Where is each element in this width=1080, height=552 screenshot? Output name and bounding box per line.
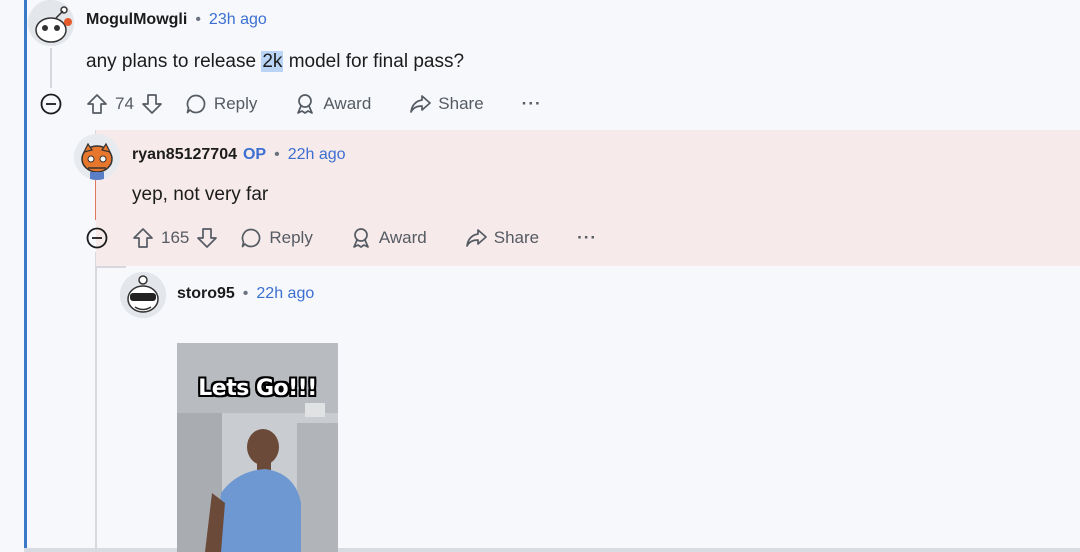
award-icon xyxy=(350,227,372,249)
vote-group: 165 xyxy=(132,227,218,249)
reply-label: Reply xyxy=(269,228,313,247)
op-badge: OP xyxy=(242,146,267,163)
comment-body: any plans to release 2k model for final … xyxy=(86,51,464,73)
thread-line[interactable] xyxy=(95,252,97,552)
snoo-avatar-icon xyxy=(81,142,113,180)
window-left-border xyxy=(24,0,27,552)
comment-text-part: any plans to release xyxy=(86,51,262,72)
more-options-icon[interactable]: ··· xyxy=(577,228,597,248)
gif-embed[interactable]: Lets Go!!! xyxy=(177,343,338,552)
share-icon xyxy=(465,227,487,249)
downvote-icon[interactable] xyxy=(196,227,218,249)
collapse-icon[interactable] xyxy=(40,93,62,115)
timestamp[interactable]: 22h ago xyxy=(256,285,314,303)
comment-header: storo95 • 22h ago xyxy=(177,285,314,303)
award-label: Award xyxy=(378,228,427,247)
downvote-icon[interactable] xyxy=(141,93,163,115)
comment-text-part: model for final pass? xyxy=(283,51,465,72)
separator-dot: • xyxy=(274,146,280,163)
upvote-icon[interactable] xyxy=(86,93,108,115)
share-label: Share xyxy=(493,228,540,247)
snoo-avatar-icon xyxy=(120,272,166,318)
comment-body: yep, not very far xyxy=(132,184,269,205)
share-button[interactable]: Share xyxy=(465,227,539,249)
separator-dot: • xyxy=(242,285,249,302)
collapse-icon[interactable] xyxy=(86,227,108,249)
award-icon xyxy=(294,93,316,115)
share-label: Share xyxy=(438,94,484,113)
reply-button[interactable]: Reply xyxy=(185,93,257,115)
timestamp[interactable]: 22h ago xyxy=(288,146,346,164)
gif-image xyxy=(177,343,338,552)
comment-actions: 74 Reply Award Share ··· xyxy=(40,93,542,115)
comment-actions: 165 Reply Award Share ··· xyxy=(86,227,597,249)
award-label: Award xyxy=(323,94,372,113)
author-name[interactable]: MogulMowgli xyxy=(86,11,187,29)
comment-header: MogulMowgli • 23h ago xyxy=(86,11,267,29)
author-name[interactable]: storo95 xyxy=(177,285,235,303)
separator-dot: • xyxy=(195,11,201,28)
vote-count: 74 xyxy=(115,94,134,113)
reply-label: Reply xyxy=(213,94,258,113)
selected-text: 2k xyxy=(261,51,284,72)
vote-count: 165 xyxy=(161,228,190,247)
award-button[interactable]: Award xyxy=(350,227,427,249)
share-icon xyxy=(409,93,432,115)
more-options-icon[interactable]: ··· xyxy=(522,94,542,114)
comment-header: ryan85127704 OP • 22h ago xyxy=(132,146,346,164)
thread-line[interactable] xyxy=(50,48,52,88)
upvote-icon[interactable] xyxy=(132,227,154,249)
reply-bubble-icon xyxy=(185,93,207,115)
avatar[interactable] xyxy=(74,134,120,180)
thread-connector xyxy=(96,266,126,268)
snoo-avatar-icon xyxy=(28,0,74,46)
avatar[interactable] xyxy=(120,272,166,318)
reply-bubble-icon xyxy=(240,227,262,249)
gif-caption: Lets Go!!! xyxy=(198,376,317,401)
avatar[interactable] xyxy=(28,0,74,46)
author-name[interactable]: ryan85127704 xyxy=(132,146,237,164)
share-button[interactable]: Share xyxy=(409,93,484,115)
timestamp[interactable]: 23h ago xyxy=(209,11,267,29)
award-button[interactable]: Award xyxy=(294,93,371,115)
reply-button[interactable]: Reply xyxy=(240,227,313,249)
vote-group: 74 xyxy=(86,93,163,115)
